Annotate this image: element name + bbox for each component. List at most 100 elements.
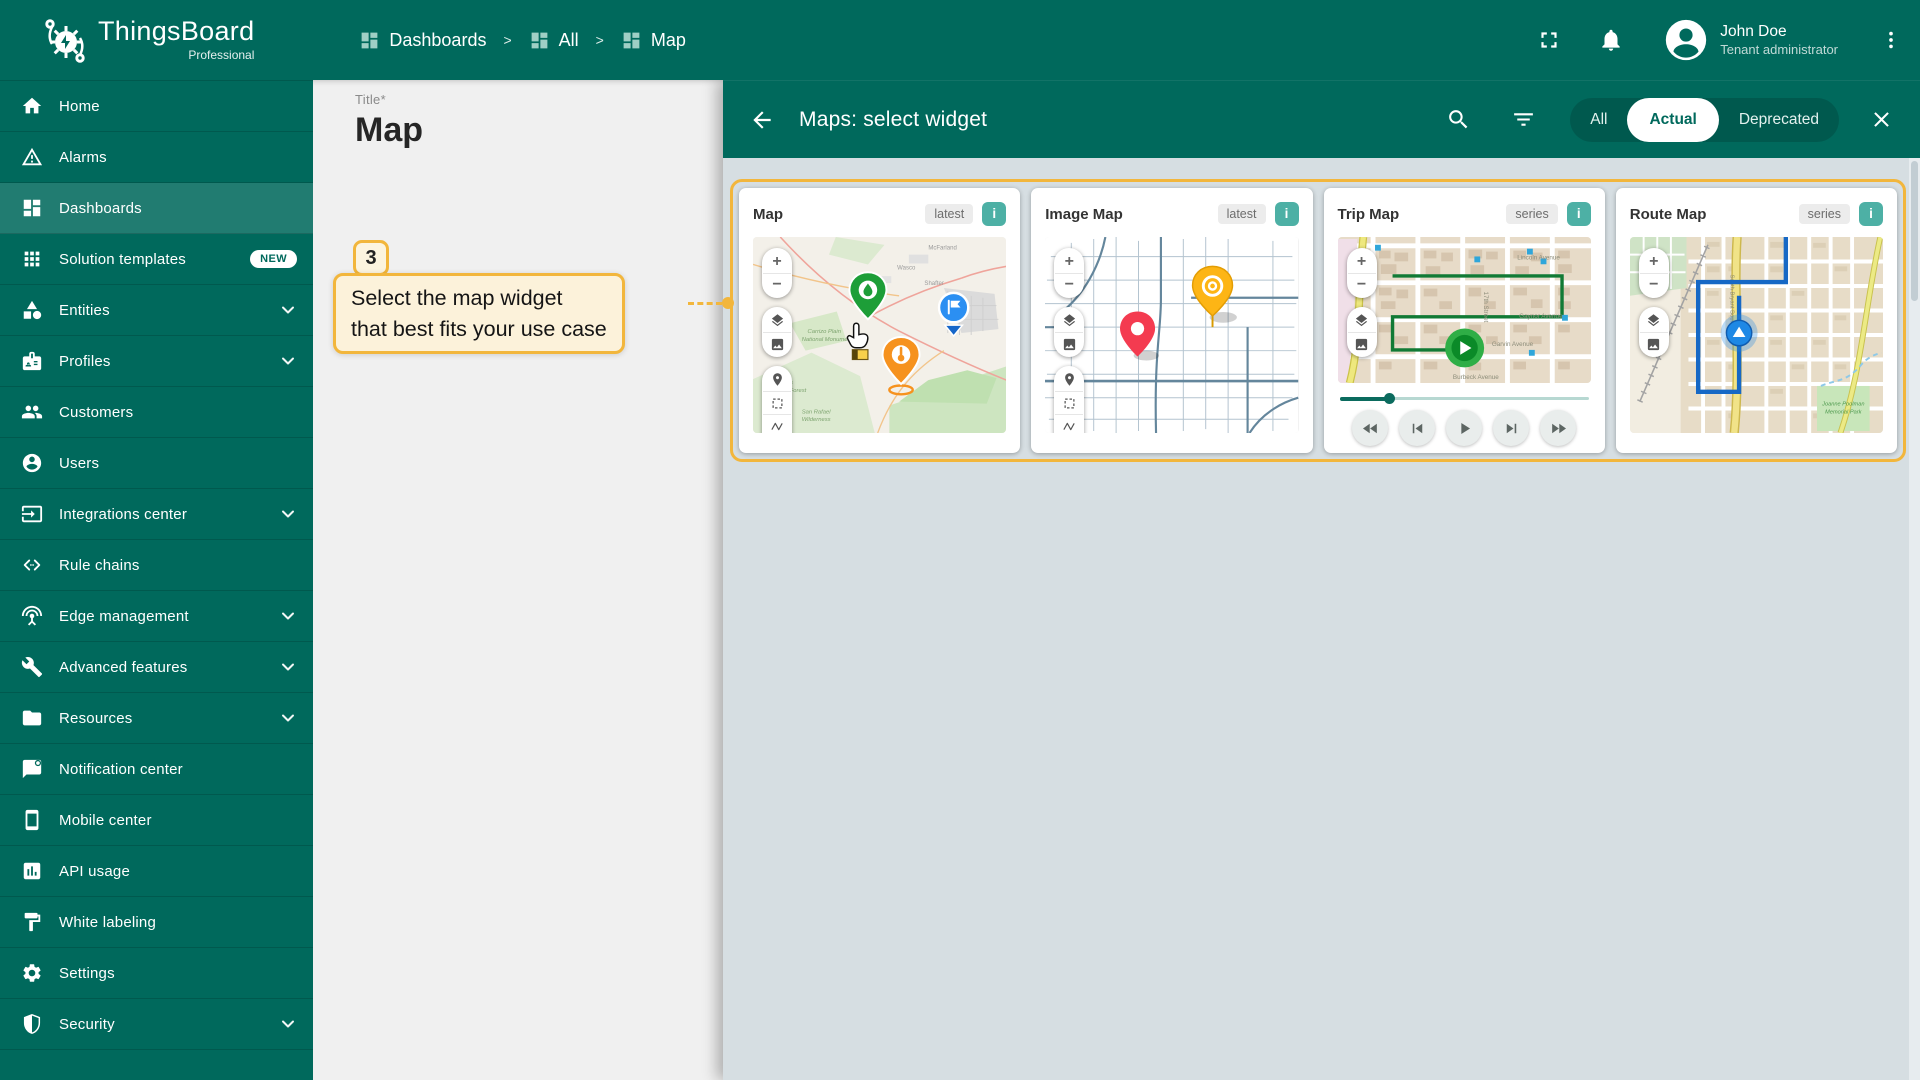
chat-icon [21, 758, 43, 780]
tutorial-step-badge: 3 [353, 240, 389, 276]
basemap-icon [1640, 332, 1668, 355]
svg-text:Wasco: Wasco [897, 265, 916, 271]
sidebar-item-label: Edge management [59, 608, 189, 625]
tutorial-text-line: that best fits your use case [351, 314, 607, 345]
sidebar-item-label: Mobile center [59, 812, 152, 829]
topbar: ThingsBoard Professional Dashboards > Al… [0, 0, 1920, 80]
sidebar: HomeAlarmsDashboards Solution templates NE… [0, 80, 313, 1080]
new-badge: NEW [250, 250, 297, 268]
svg-text:Joanne Poolman: Joanne Poolman [1821, 402, 1864, 408]
sidebar-item-label: Advanced features [59, 659, 187, 676]
rewind-icon [1352, 410, 1388, 446]
card-title: Route Map [1630, 206, 1707, 223]
map-controls: +− [1054, 248, 1084, 433]
layers-icon [1348, 309, 1376, 332]
zoom-out-icon: − [1055, 273, 1083, 296]
map-control-pill: +− [762, 248, 792, 298]
layers-icon [1055, 309, 1083, 332]
fullscreen-button[interactable] [1536, 27, 1562, 53]
dashboards-icon [529, 30, 550, 51]
svg-text:Garvin Avenue: Garvin Avenue [1491, 341, 1533, 348]
svg-text:Burbeck Avenue: Burbeck Avenue [1452, 374, 1498, 381]
widget-card-image-map[interactable]: Image Map latest i [1031, 188, 1312, 453]
chevron-down-icon [278, 504, 298, 524]
sidebar-item-label: Solution templates [59, 251, 186, 268]
filter-button[interactable] [1511, 107, 1536, 132]
chevron-down-icon [278, 708, 298, 728]
sidebar-item-label: API usage [59, 863, 130, 880]
card-title: Trip Map [1338, 206, 1400, 223]
sidebar-item-profiles[interactable]: Profiles [0, 336, 313, 387]
notifications-button[interactable] [1598, 27, 1624, 53]
logo[interactable]: ThingsBoard Professional [40, 16, 254, 64]
sidebar-item-entities[interactable]: Entities [0, 285, 313, 336]
sidebar-item-mobile-center[interactable]: Mobile center [0, 795, 313, 846]
breadcrumb-all[interactable]: All [529, 30, 579, 51]
card-title: Map [753, 206, 783, 223]
breadcrumb-separator: > [503, 32, 511, 48]
slider-knob [1384, 393, 1395, 404]
category-icon [21, 299, 43, 321]
build-icon [21, 656, 43, 678]
avatar[interactable] [1664, 18, 1708, 62]
logo-title: ThingsBoard [98, 18, 254, 45]
filter-option-actual[interactable]: Actual [1627, 98, 1718, 142]
dashboards-icon [359, 30, 380, 51]
breadcrumb-map[interactable]: Map [621, 30, 686, 51]
sidebar-item-api-usage[interactable]: API usage [0, 846, 313, 897]
sidebar-item-home[interactable]: Home [0, 81, 313, 132]
scrollbar[interactable] [1909, 158, 1920, 1080]
widget-card-trip-map[interactable]: Trip Map series i [1324, 188, 1605, 453]
sidebar-item-resources[interactable]: Resources [0, 693, 313, 744]
widget-card-route-map[interactable]: Route Map series i [1616, 188, 1897, 453]
filter-option-all[interactable]: All [1570, 98, 1627, 142]
card-title: Image Map [1045, 206, 1123, 223]
widget-info-button[interactable]: i [1567, 202, 1591, 226]
widget-card-map[interactable]: Map latest i [739, 188, 1020, 453]
sidebar-item-rule-chains[interactable]: Rule chains [0, 540, 313, 591]
sidebar-item-security[interactable]: Security [0, 999, 313, 1050]
map-control-pill [1639, 307, 1669, 357]
close-button[interactable] [1869, 107, 1894, 132]
widget-filter-toggle: All Actual Deprecated [1570, 98, 1839, 142]
sidebar-item-customers[interactable]: Customers [0, 387, 313, 438]
layers-icon [1640, 309, 1668, 332]
sidebar-item-integrations-center[interactable]: Integrations center [0, 489, 313, 540]
sidebar-item-users[interactable]: Users [0, 438, 313, 489]
svg-text:Carrizo Plain: Carrizo Plain [808, 329, 841, 335]
search-button[interactable] [1446, 107, 1471, 132]
svg-text:17th Street: 17th Street [1482, 292, 1489, 323]
map-control-pill [1054, 307, 1084, 357]
sidebar-item-solution-templates[interactable]: Solution templates NEW [0, 234, 313, 285]
sidebar-item-dashboards[interactable]: Dashboards [0, 183, 313, 234]
tutorial-connector-dot [722, 297, 734, 309]
svg-text:National Monument: National Monument [802, 337, 853, 343]
skip-previous-icon [1399, 410, 1435, 446]
folder-icon [21, 707, 43, 729]
basemap-icon [763, 332, 791, 355]
svg-text:Memorial Park: Memorial Park [1825, 409, 1863, 415]
map-preview: South Bryant Boulevard Joanne Poolman Me… [1630, 237, 1883, 433]
zoom-in-icon: + [1348, 250, 1376, 273]
sidebar-item-alarms[interactable]: Alarms [0, 132, 313, 183]
breadcrumb-dashboards[interactable]: Dashboards [359, 30, 486, 51]
logo-subtitle: Professional [98, 48, 254, 62]
shield-icon [21, 1013, 43, 1035]
sidebar-item-white-labeling[interactable]: White labeling [0, 897, 313, 948]
back-button[interactable] [749, 107, 775, 133]
sidebar-item-settings[interactable]: Settings [0, 948, 313, 999]
widget-info-button[interactable]: i [1275, 202, 1299, 226]
scrollbar-thumb[interactable] [1911, 161, 1918, 301]
sidebar-item-advanced-features[interactable]: Advanced features [0, 642, 313, 693]
more-menu-button[interactable] [1880, 28, 1902, 52]
filter-option-deprecated[interactable]: Deprecated [1719, 98, 1839, 142]
title-field-value[interactable]: Map [355, 111, 723, 150]
widget-info-button[interactable]: i [1859, 202, 1883, 226]
map-control-pill [1347, 307, 1377, 357]
sidebar-item-notification-center[interactable]: Notification center [0, 744, 313, 795]
sidebar-item-label: Profiles [59, 353, 111, 370]
user-info[interactable]: John Doe Tenant administrator [1720, 22, 1838, 58]
zoom-out-icon: − [763, 273, 791, 296]
widget-info-button[interactable]: i [982, 202, 1006, 226]
sidebar-item-edge-management[interactable]: Edge management [0, 591, 313, 642]
